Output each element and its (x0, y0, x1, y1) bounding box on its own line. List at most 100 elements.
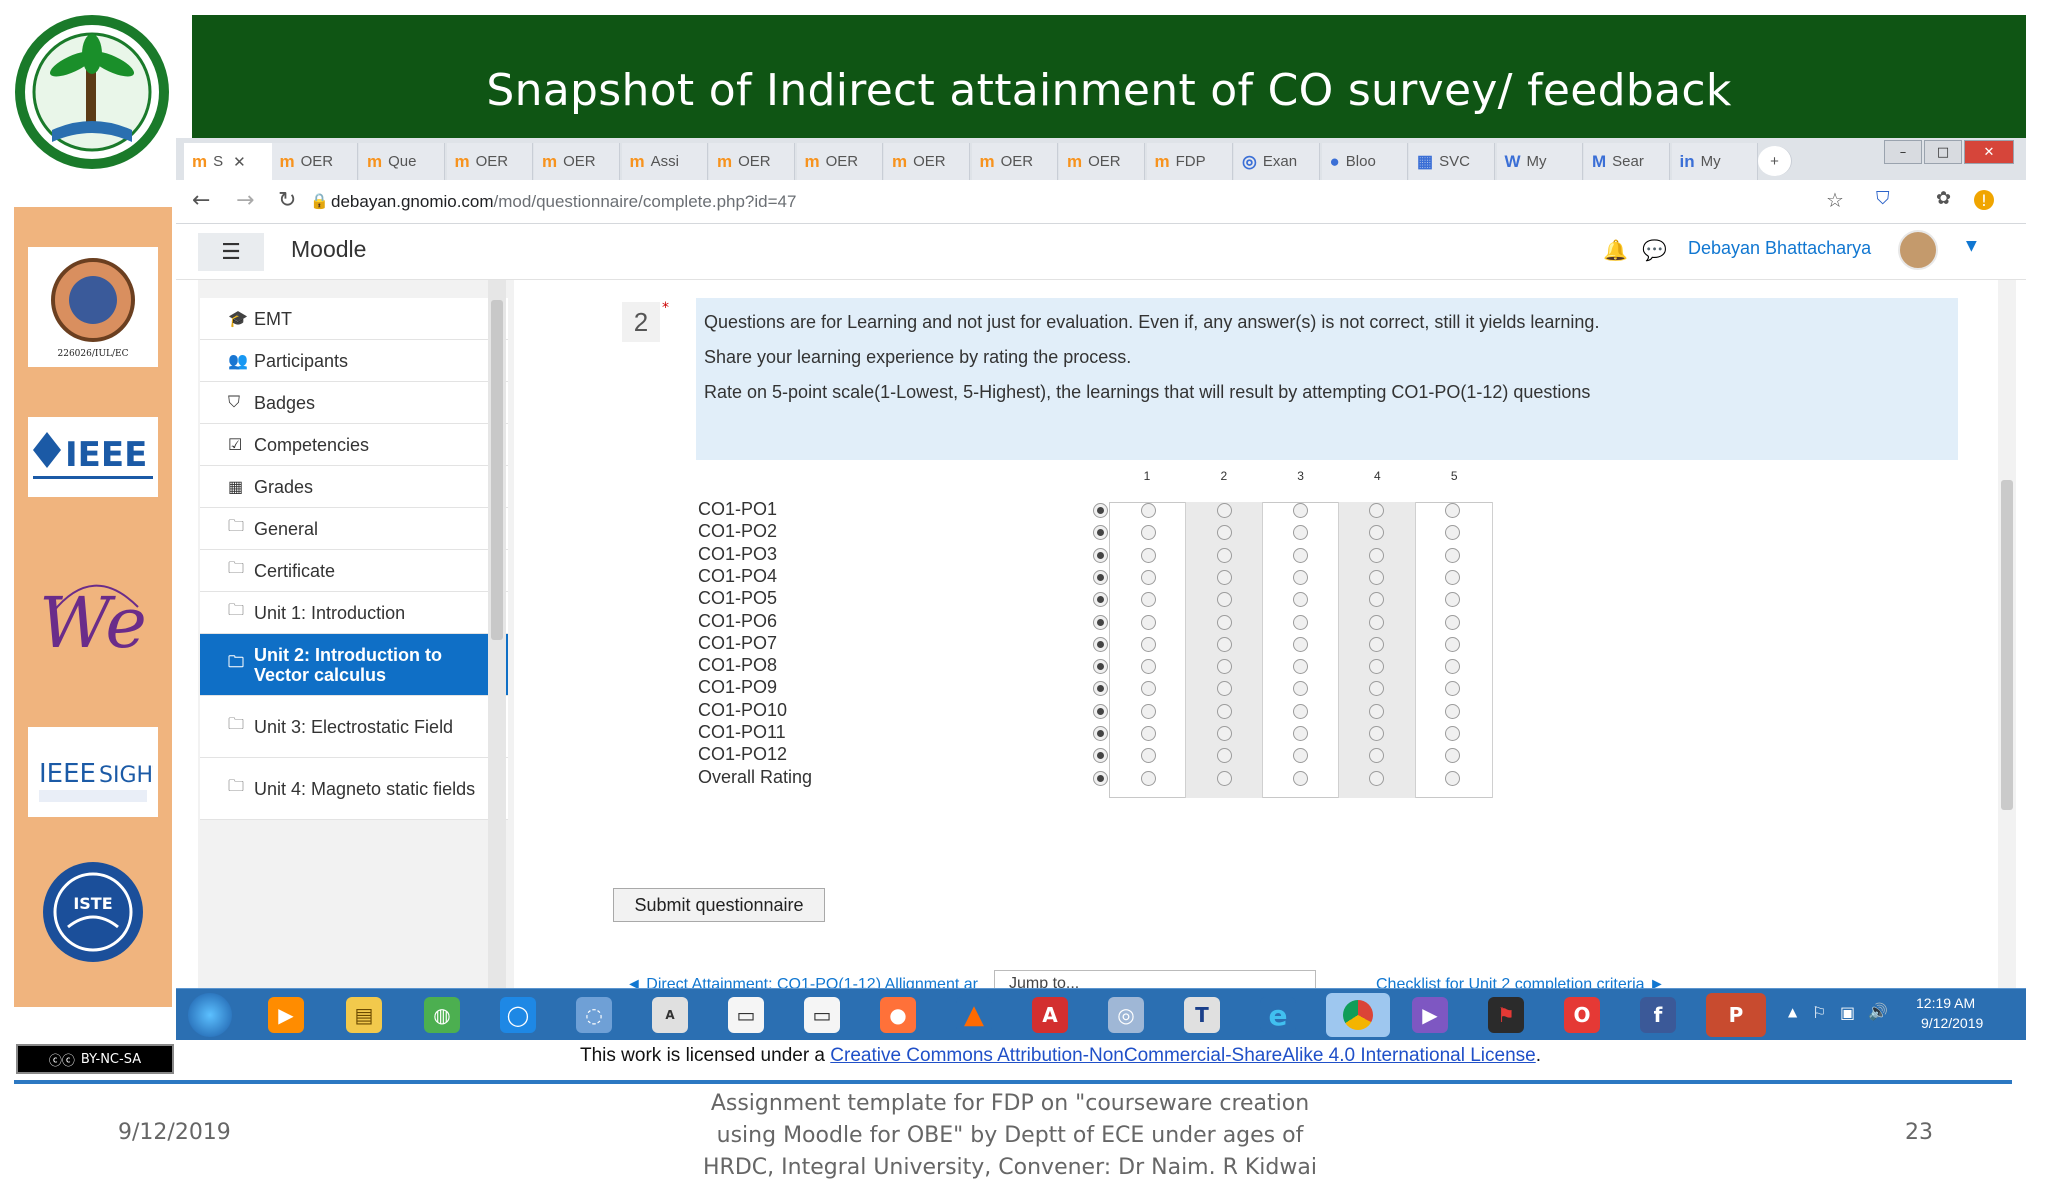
browser-tab[interactable]: m FDP (1146, 143, 1233, 180)
avatar[interactable] (1898, 230, 1938, 270)
media-player-icon[interactable]: ▶ (268, 997, 304, 1033)
browser-tab[interactable]: ▦ SVC (1409, 143, 1495, 180)
rating-radio[interactable] (1141, 614, 1156, 630)
no-answer-radio[interactable] (1093, 569, 1108, 585)
rating-radio[interactable] (1217, 614, 1232, 630)
nav-item[interactable]: ☑ Competencies (200, 424, 508, 466)
window-app-2-icon[interactable]: ▭ (804, 997, 840, 1033)
rating-radio[interactable] (1445, 614, 1460, 630)
acrobat-icon[interactable]: A (1032, 997, 1068, 1033)
rating-radio[interactable] (1141, 569, 1156, 585)
rating-radio[interactable] (1293, 503, 1308, 518)
rating-radio[interactable] (1141, 726, 1156, 741)
action-center-icon[interactable]: ⚐ (1812, 1003, 1826, 1022)
no-answer-radio[interactable] (1093, 525, 1108, 541)
browser-tab[interactable]: m OER (884, 143, 970, 180)
rating-radio[interactable] (1217, 636, 1232, 652)
browser-tab[interactable]: ◎ Exan (1234, 143, 1320, 180)
browser-tab[interactable]: M Sear (1584, 143, 1670, 180)
nav-item[interactable]: 🗀 Unit 2: Introduction to Vector calculus (200, 634, 508, 696)
license-link[interactable]: Creative Commons Attribution-NonCommerci… (830, 1045, 1535, 1066)
media-app-icon[interactable]: ▶ (1412, 997, 1448, 1033)
close-tab-icon[interactable]: ✕ (233, 153, 246, 171)
clock-time[interactable]: 12:19 AM (1916, 995, 1975, 1011)
rating-radio[interactable] (1293, 770, 1308, 786)
new-tab-button[interactable]: + (1758, 146, 1792, 176)
rating-radio[interactable] (1369, 770, 1384, 786)
user-name[interactable]: Debayan Bhattacharya (1688, 238, 1871, 259)
browser-tab[interactable]: ● Bloo (1321, 143, 1408, 180)
start-button-icon[interactable] (188, 993, 232, 1037)
rating-radio[interactable] (1445, 636, 1460, 652)
back-icon[interactable]: ← (192, 188, 210, 213)
rating-radio[interactable] (1217, 726, 1232, 741)
browser-tab[interactable]: mS ✕ (184, 143, 274, 180)
network-icon[interactable]: ▣ (1840, 1003, 1855, 1022)
no-answer-radio[interactable] (1093, 636, 1108, 652)
no-answer-radio[interactable] (1093, 726, 1108, 741)
forward-icon[interactable]: → (236, 188, 254, 213)
network-globe-icon[interactable]: ◍ (424, 997, 460, 1033)
nav-item[interactable]: 🗀 Unit 4: Magneto static fields (200, 758, 508, 820)
no-answer-radio[interactable] (1093, 748, 1108, 764)
extension-icon[interactable]: ✿ (1936, 188, 1951, 209)
messages-icon[interactable]: 💬 (1642, 238, 1667, 262)
nav-item[interactable]: 🎓 EMT (200, 298, 508, 340)
alert-icon[interactable]: ! (1974, 190, 1994, 210)
rating-radio[interactable] (1293, 569, 1308, 585)
rating-radio[interactable] (1217, 569, 1232, 585)
app-faded-icon[interactable]: ◌ (576, 997, 612, 1033)
firefox-icon[interactable]: ● (880, 997, 916, 1033)
rating-radio[interactable] (1217, 703, 1232, 719)
rating-radio[interactable] (1141, 770, 1156, 786)
no-answer-radio[interactable] (1093, 592, 1108, 608)
rating-radio[interactable] (1217, 503, 1232, 518)
rating-radio[interactable] (1217, 770, 1232, 786)
nav-item[interactable]: 👥 Participants (200, 340, 508, 382)
maximize-window-button[interactable]: □ (1924, 140, 1962, 164)
rating-radio[interactable] (1369, 569, 1384, 585)
browser-tab[interactable]: m OER (271, 143, 358, 180)
close-window-button[interactable]: ✕ (1964, 140, 2014, 164)
chrome-icon[interactable] (1326, 993, 1390, 1037)
ide-icon[interactable]: T (1184, 997, 1220, 1033)
rating-radio[interactable] (1369, 726, 1384, 741)
user-menu-chevron-icon[interactable]: ▼ (1966, 238, 1977, 254)
rating-radio[interactable] (1445, 569, 1460, 585)
a-view-icon[interactable]: A (652, 997, 688, 1033)
browser-tab[interactable]: m OER (534, 143, 620, 180)
no-answer-radio[interactable] (1093, 770, 1108, 786)
flag-app-icon[interactable]: ⚑ (1488, 997, 1524, 1033)
rating-radio[interactable] (1293, 636, 1308, 652)
rating-radio[interactable] (1445, 703, 1460, 719)
nav-item[interactable]: 🗀 Certificate (200, 550, 508, 592)
rating-radio[interactable] (1293, 547, 1308, 563)
no-answer-radio[interactable] (1093, 703, 1108, 719)
rating-radio[interactable] (1445, 659, 1460, 675)
bookmark-star-icon[interactable]: ☆ (1826, 188, 1844, 212)
rating-radio[interactable] (1293, 659, 1308, 675)
notification-bell-icon[interactable]: 🔔 (1603, 238, 1628, 262)
nav-item[interactable]: 🗀 Unit 3: Electrostatic Field (200, 696, 508, 758)
browser-tab[interactable]: m Que (359, 143, 445, 180)
rating-radio[interactable] (1217, 547, 1232, 563)
nav-item[interactable]: ⛉ Badges (200, 382, 508, 424)
page-scrollbar[interactable] (1998, 280, 2016, 1038)
no-answer-radio[interactable] (1093, 547, 1108, 563)
rating-radio[interactable] (1369, 614, 1384, 630)
matlab-icon[interactable]: ▲ (956, 997, 992, 1033)
browser-tab[interactable]: m OER (446, 143, 533, 180)
rating-radio[interactable] (1293, 614, 1308, 630)
rating-radio[interactable] (1369, 659, 1384, 675)
browser-tab[interactable]: m OER (1059, 143, 1145, 180)
browser-tab[interactable]: m OER (971, 143, 1058, 180)
rating-radio[interactable] (1369, 503, 1384, 518)
rating-radio[interactable] (1141, 703, 1156, 719)
minimize-window-button[interactable]: – (1884, 140, 1922, 164)
rating-radio[interactable] (1445, 547, 1460, 563)
no-answer-radio[interactable] (1093, 503, 1108, 518)
rating-radio[interactable] (1293, 726, 1308, 741)
opera-icon[interactable]: O (1564, 997, 1600, 1033)
no-answer-radio[interactable] (1093, 659, 1108, 675)
rating-radio[interactable] (1445, 503, 1460, 518)
